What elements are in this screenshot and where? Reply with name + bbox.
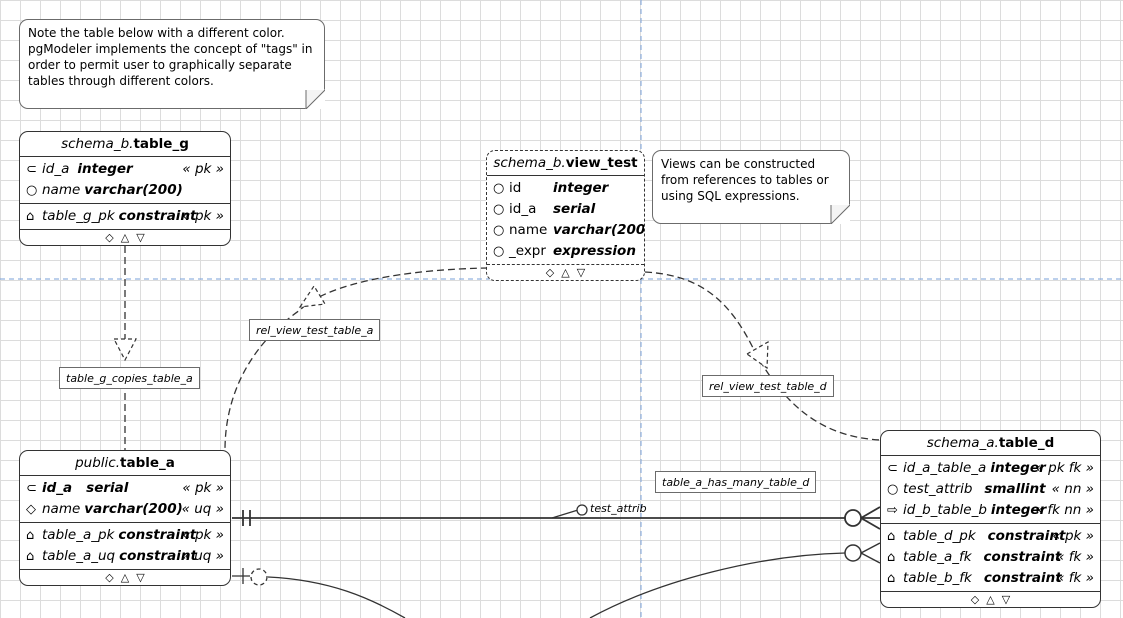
table-a-constraints: ⌂ table_a_pk constraint « pk » ⌂ table_a_uq c…	[20, 523, 230, 570]
triangle-down-icon[interactable]: ▽	[1002, 593, 1017, 606]
diamond-icon[interactable]: ◇	[546, 266, 561, 279]
attrib-connector	[551, 509, 579, 519]
table-d-column-test-attrib[interactable]: ○ test_attrib smallint « nn »	[881, 479, 1100, 500]
table-d-column-id-a-table-a[interactable]: ⊂ id_a_table_a integer « pk fk »	[881, 458, 1100, 479]
label-rel-view-test-table-a[interactable]: rel_view_test_table_a	[249, 319, 381, 341]
table-g-constraints: ⌂ table_g_pk constraint « pk »	[20, 204, 230, 230]
table-g-columns: ⊂ id_a integer « pk » ○ name varchar(200)	[20, 157, 230, 204]
triangle-up-icon[interactable]: △	[561, 266, 576, 279]
note-views-text: Views can be constructed from references…	[661, 157, 829, 203]
table-d-constraint-pk[interactable]: ⌂ table_d_pk constraint « pk »	[881, 526, 1100, 547]
table-a-column-name[interactable]: ◇ name varchar(200) « uq »	[20, 499, 230, 520]
key-icon: ⊂	[26, 481, 37, 496]
constraint-icon: ⌂	[887, 571, 896, 586]
view-test-column-name[interactable]: ○ name varchar(200)	[487, 220, 644, 241]
triangle-down-icon[interactable]: ▽	[136, 231, 151, 244]
table-g-schema: schema_b.	[61, 136, 134, 152]
table-a-schema: public.	[75, 455, 121, 471]
circle-icon: ○	[493, 202, 505, 217]
table-g-column-id-a[interactable]: ⊂ id_a integer « pk »	[20, 159, 230, 180]
table-g-header: schema_b.table_g	[20, 132, 230, 157]
note-fold-icon	[830, 204, 850, 224]
table-g-name: table_g	[133, 136, 189, 152]
table-a-constraint-pk[interactable]: ⌂ table_a_pk constraint « pk »	[20, 525, 230, 546]
label-rel-view-test-table-d[interactable]: rel_view_test_table_d	[702, 375, 834, 397]
triangle-up-icon[interactable]: △	[986, 593, 1001, 606]
note-views[interactable]: Views can be constructed from references…	[652, 150, 850, 224]
view-test-column-id[interactable]: ○ id integer	[487, 178, 644, 199]
constraint-icon: ⌂	[26, 549, 35, 564]
circle-icon: ○	[493, 181, 505, 196]
table-d-header: schema_a.table_d	[881, 431, 1100, 456]
key-icon: ⊂	[887, 461, 898, 476]
note-tags[interactable]: Note the table below with a different co…	[19, 19, 325, 109]
label-table-a-has-many-table-d[interactable]: table_a_has_many_table_d	[655, 471, 817, 493]
fk-d-circle	[844, 544, 862, 562]
table-a-name: table_a	[120, 455, 175, 471]
crowfoot-1	[860, 506, 881, 519]
table-d-schema: schema_a.	[926, 435, 999, 451]
constraint-icon: ⌂	[26, 209, 35, 224]
view-test-name: view_test	[565, 155, 638, 171]
table-d[interactable]: schema_a.table_d ⊂ id_a_table_a integer « p…	[880, 430, 1101, 608]
constraint-icon: ⌂	[887, 550, 896, 565]
table-a-constraint-uq[interactable]: ⌂ table_a_uq constraint « uq »	[20, 546, 230, 567]
table-a[interactable]: public.table_a ⊂ id_a serial « pk » ◇ name va…	[19, 450, 231, 586]
rel-view-a-line	[224, 267, 489, 451]
rel-view-d-arrow	[745, 340, 769, 370]
table-d-columns: ⊂ id_a_table_a integer « pk fk » ○ test_attr…	[881, 456, 1100, 524]
view-test-header: schema_b.view_test	[487, 151, 644, 176]
triangle-down-icon[interactable]: ▽	[136, 571, 151, 584]
triangle-down-icon[interactable]: ▽	[577, 266, 592, 279]
diamond-icon: ◇	[26, 502, 36, 517]
constraint-icon: ⌂	[887, 529, 896, 544]
view-test-column-id-a[interactable]: ○ id_a serial	[487, 199, 644, 220]
fk-d-crow-1	[860, 542, 881, 554]
label-table-g-copies-table-a[interactable]: table_g_copies_table_a	[59, 367, 200, 389]
table-g-column-name[interactable]: ○ name varchar(200)	[20, 180, 230, 201]
table-d-constraint-table-a-fk[interactable]: ⌂ table_a_fk constraint « fk »	[881, 547, 1100, 568]
view-test-column-expr[interactable]: ○ _expr expression	[487, 241, 644, 262]
table-d-name: table_d	[998, 435, 1055, 451]
table-g-footer: ◇△▽	[20, 230, 230, 245]
note-tags-text: Note the table below with a different co…	[28, 26, 313, 88]
table-g-constraint-pk[interactable]: ⌂ table_g_pk constraint « pk »	[20, 206, 230, 227]
triangle-up-icon[interactable]: △	[121, 231, 136, 244]
copies-arrow	[113, 338, 137, 362]
table-a-columns: ⊂ id_a serial « pk » ◇ name varchar(200) « uq …	[20, 476, 230, 523]
key-icon: ⊂	[26, 162, 37, 177]
table-g[interactable]: schema_b.table_g ⊂ id_a integer « pk » ○ nam…	[19, 131, 231, 246]
view-test-columns: ○ id integer ○ id_a serial ○ name varchar(200)…	[487, 176, 644, 265]
attrib-marker	[576, 504, 588, 516]
circle-icon: ○	[493, 223, 505, 238]
crowfoot-2	[860, 517, 881, 530]
circle-icon: ○	[26, 183, 38, 198]
many-circle	[844, 509, 862, 527]
note-fold-icon	[305, 89, 325, 109]
label-test-attrib: test_attrib	[590, 502, 647, 515]
fk-b-circle	[250, 568, 268, 586]
view-test[interactable]: schema_b.view_test ○ id integer ○ id_a seria…	[486, 150, 645, 281]
circle-icon: ○	[493, 244, 505, 259]
diamond-icon[interactable]: ◇	[105, 231, 120, 244]
fk-d-crow-2	[860, 552, 881, 564]
triangle-up-icon[interactable]: △	[121, 571, 136, 584]
fk-d-line	[589, 552, 846, 618]
view-test-schema: schema_b.	[493, 155, 566, 171]
table-a-header: public.table_a	[20, 451, 230, 476]
diamond-icon[interactable]: ◇	[105, 571, 120, 584]
table-a-column-id-a[interactable]: ⊂ id_a serial « pk »	[20, 478, 230, 499]
circle-icon: ○	[887, 482, 899, 497]
table-d-footer: ◇△▽	[881, 592, 1100, 607]
arrow-right-icon: ⇨	[887, 503, 898, 518]
diamond-icon[interactable]: ◇	[971, 593, 986, 606]
table-a-footer: ◇△▽	[20, 570, 230, 585]
view-test-footer: ◇△▽	[487, 265, 644, 280]
table-d-constraint-table-b-fk[interactable]: ⌂ table_b_fk constraint « fk »	[881, 568, 1100, 589]
constraint-icon: ⌂	[26, 528, 35, 543]
table-d-column-id-b-table-b[interactable]: ⇨ id_b_table_b integer « fk nn »	[881, 500, 1100, 521]
table-d-constraints: ⌂ table_d_pk constraint « pk » ⌂ table_a_fk c…	[881, 524, 1100, 592]
